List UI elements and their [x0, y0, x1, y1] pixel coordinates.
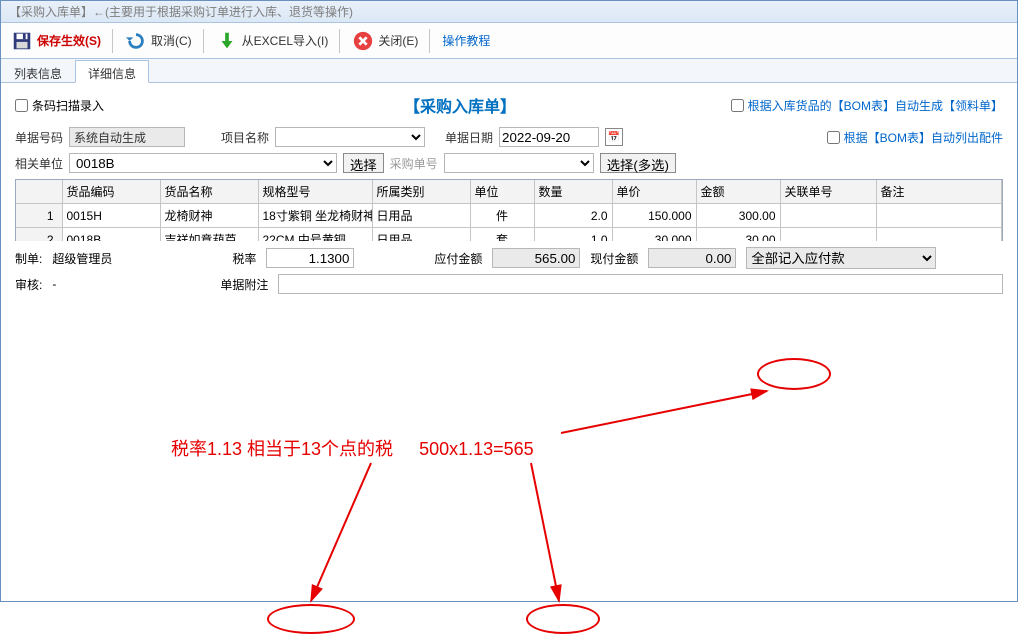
- doc-no-label: 单据号码: [15, 129, 63, 146]
- po-label: 采购单号: [390, 155, 438, 172]
- rate-input[interactable]: [266, 248, 354, 268]
- footer: 制单: 超级管理员 税率 应付金额 现付金额 全部记入应付款 审核: - 单据附…: [1, 241, 1017, 307]
- barcode-label: 条码扫描录入: [32, 97, 104, 114]
- save-label: 保存生效(S): [37, 32, 101, 49]
- maker-value: 超级管理员: [52, 250, 112, 267]
- cash-label: 现付金额: [590, 250, 638, 267]
- doc-date-input[interactable]: [499, 127, 599, 147]
- close-label: 关闭(E): [378, 32, 418, 49]
- attach-input[interactable]: [278, 274, 1003, 294]
- maker-label: 制单:: [15, 250, 42, 267]
- tabs: 列表信息 详细信息: [1, 59, 1017, 83]
- tab-detail[interactable]: 详细信息: [75, 60, 149, 83]
- import-label: 从EXCEL导入(I): [242, 32, 329, 49]
- separator: [203, 29, 204, 53]
- annotation-text: 税率1.13 相当于13个点的税500x1.13=565: [171, 435, 534, 461]
- cancel-label: 取消(C): [151, 32, 192, 49]
- rate-label: 税率: [232, 250, 256, 267]
- project-label: 项目名称: [221, 129, 269, 146]
- form-title: 【采购入库单】: [404, 93, 516, 117]
- project-select[interactable]: [275, 127, 425, 147]
- payable-label: 应付金额: [434, 250, 482, 267]
- select-party-button[interactable]: 选择: [343, 153, 384, 173]
- cancel-button[interactable]: 取消(C): [121, 27, 195, 55]
- party-label: 相关单位: [15, 155, 63, 172]
- attach-label: 单据附注: [220, 276, 268, 293]
- annotation-ellipse-rate: [267, 604, 355, 634]
- bom-list-checkbox[interactable]: 根据【BOM表】自动列出配件: [827, 129, 1003, 146]
- content: 条码扫描录入 【采购入库单】 根据入库货品的【BOM表】自动生成【领料单】 单据…: [1, 83, 1017, 307]
- select-multi-button[interactable]: 选择(多选): [600, 153, 676, 173]
- close-icon: [351, 29, 375, 53]
- separator: [339, 29, 340, 53]
- cash-value: [648, 248, 736, 268]
- grid-header-row: 货品编码 货品名称 规格型号 所属类别 单位 数量 单价 金额 关联单号 备注: [16, 180, 1002, 204]
- window-title: 【采购入库单】←(主要用于根据采购订单进行入库、退货等操作): [1, 1, 1017, 23]
- bom-auto-checkbox[interactable]: 根据入库货品的【BOM表】自动生成【领料单】: [731, 97, 1003, 114]
- party-select[interactable]: 0018B: [69, 153, 337, 173]
- audit-label: 审核:: [15, 276, 42, 293]
- annotation-ellipse-amount: [757, 358, 831, 390]
- tab-list[interactable]: 列表信息: [1, 60, 75, 83]
- doc-no-value: 系统自动生成: [69, 127, 185, 147]
- save-button[interactable]: 保存生效(S): [7, 27, 104, 55]
- bom-auto-label: 根据入库货品的【BOM表】自动生成【领料单】: [748, 97, 1003, 114]
- bom-list-label: 根据【BOM表】自动列出配件: [844, 129, 1003, 146]
- po-select[interactable]: [444, 153, 594, 173]
- toolbar: 保存生效(S) 取消(C) 从EXCEL导入(I) 关闭(E) 操作教程: [1, 23, 1017, 59]
- audit-value: -: [52, 277, 56, 291]
- separator: [112, 29, 113, 53]
- doc-date-label: 单据日期: [445, 129, 493, 146]
- tutorial-link[interactable]: 操作教程: [438, 30, 494, 51]
- table-row[interactable]: 10015H龙椅财神18寸紫铜 坐龙椅财神日用品件2.0150.000300.0…: [16, 204, 1002, 228]
- import-button[interactable]: 从EXCEL导入(I): [212, 27, 332, 55]
- download-arrow-icon: [215, 29, 239, 53]
- close-button[interactable]: 关闭(E): [348, 27, 421, 55]
- separator: [429, 29, 430, 53]
- annotation-ellipse-payable: [526, 604, 600, 634]
- undo-icon: [124, 29, 148, 53]
- payment-mode-select[interactable]: 全部记入应付款: [746, 247, 936, 269]
- barcode-checkbox[interactable]: 条码扫描录入: [15, 97, 104, 114]
- payable-value: [492, 248, 580, 268]
- calendar-icon[interactable]: 📅: [605, 128, 623, 146]
- floppy-icon: [10, 29, 34, 53]
